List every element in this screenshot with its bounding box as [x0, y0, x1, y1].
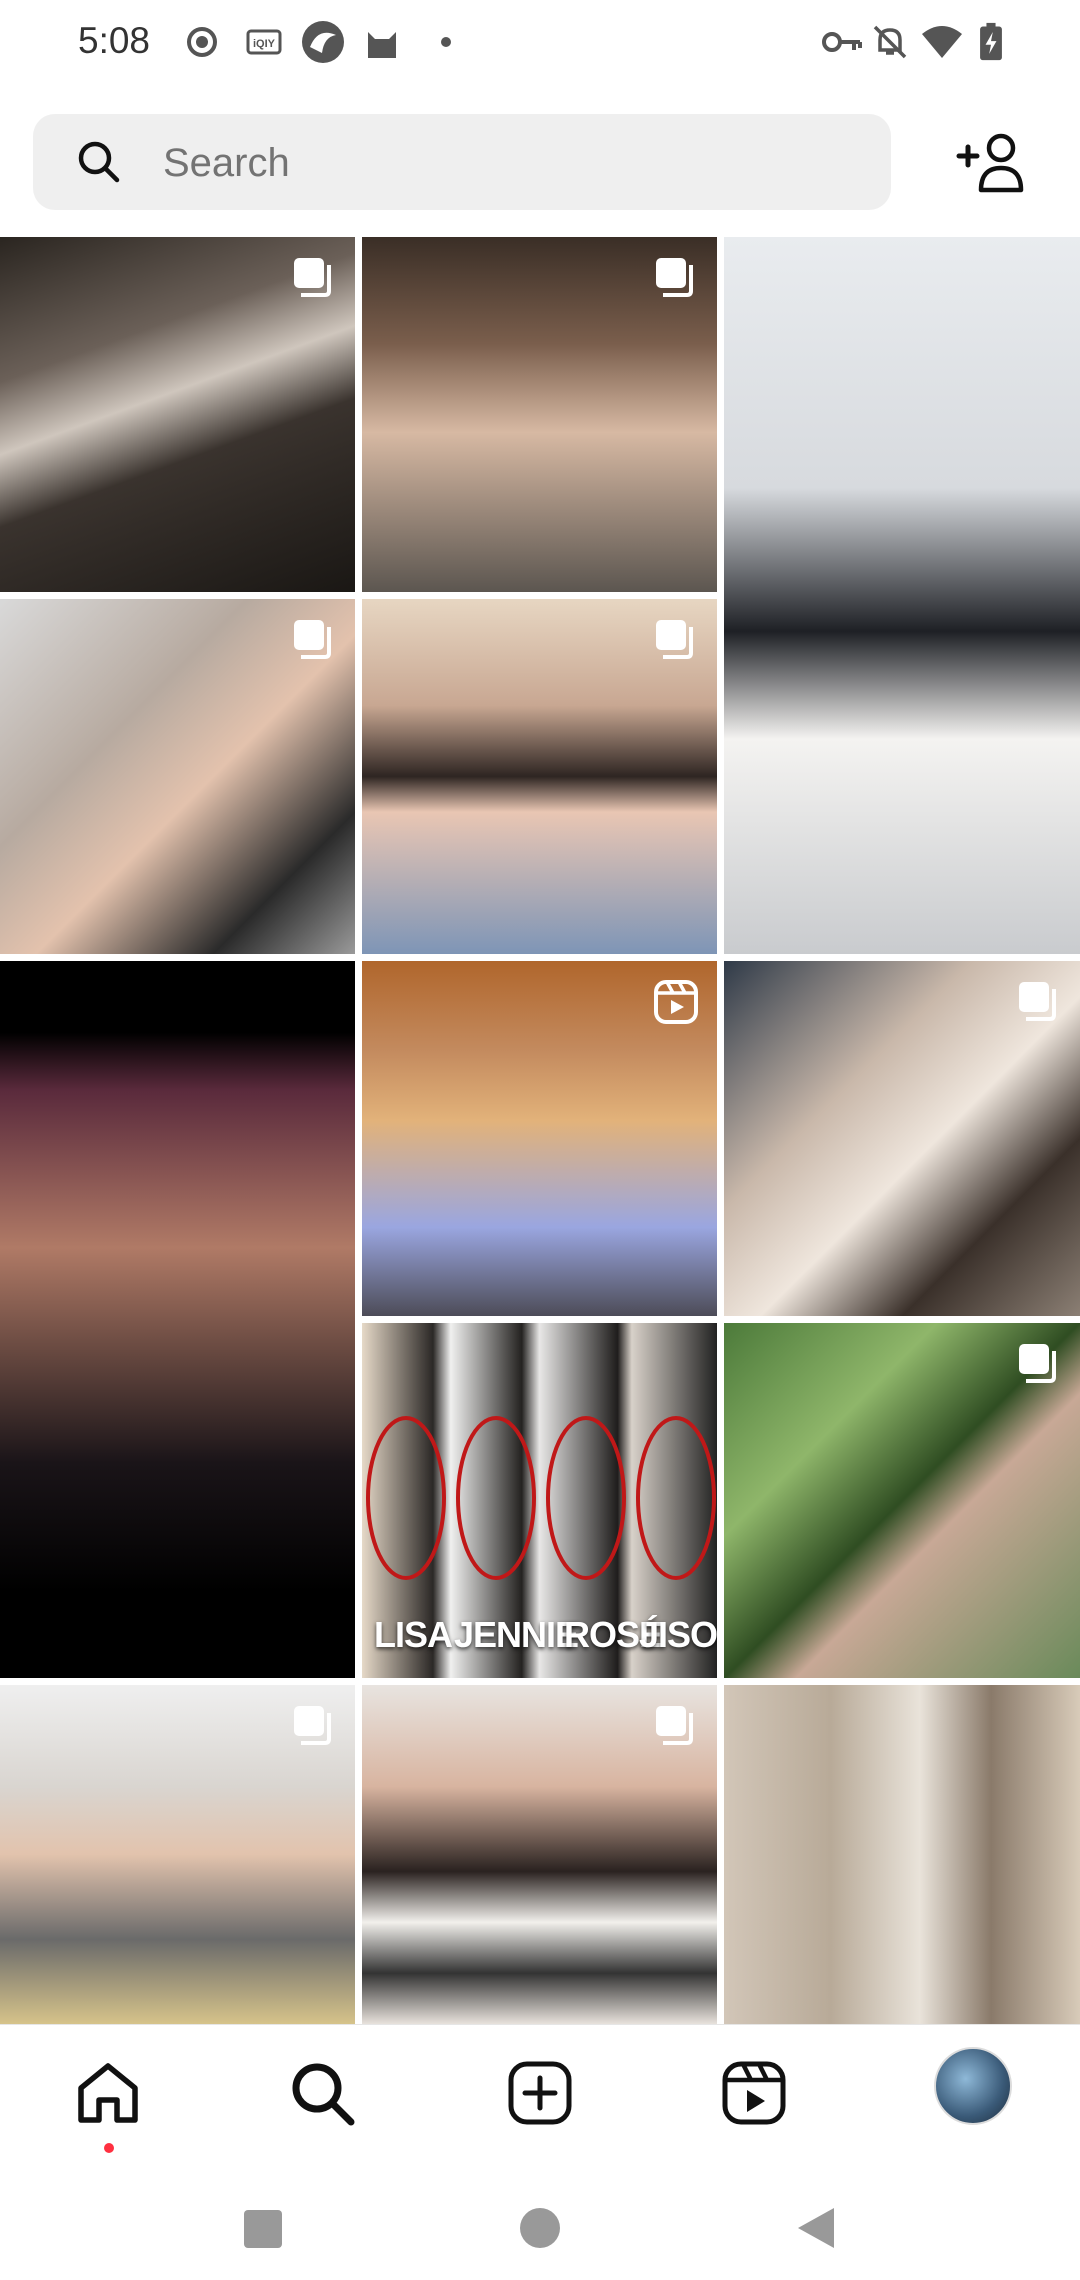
notification-dot	[104, 2143, 114, 2153]
carousel-icon	[294, 1706, 331, 1745]
recents-square-icon[interactable]	[240, 2206, 286, 2252]
carousel-icon	[294, 620, 331, 659]
nav-home[interactable]	[68, 2053, 148, 2133]
home-circle-icon[interactable]	[518, 2206, 562, 2250]
search-icon	[292, 2063, 355, 2126]
nav-create[interactable]	[500, 2053, 580, 2133]
bell-muted-icon	[873, 25, 907, 59]
search-bar[interactable]	[33, 114, 891, 210]
grid-post[interactable]	[724, 1685, 1080, 2024]
vpn-key-icon	[822, 32, 862, 52]
grid-post[interactable]	[0, 961, 355, 1678]
search-input[interactable]	[161, 128, 865, 198]
dot-icon	[441, 37, 451, 47]
status-bar: 5:08 iQIY	[0, 0, 1080, 90]
explore-grid: LISA JENNIE ROSÉ JISOO	[0, 237, 1080, 2024]
grid-post[interactable]	[724, 1323, 1080, 1678]
back-triangle-icon[interactable]	[794, 2204, 838, 2252]
grid-post[interactable]: LISA JENNIE ROSÉ JISOO	[362, 1323, 717, 1678]
reels-icon	[722, 2061, 786, 2125]
grid-post[interactable]	[0, 1685, 355, 2024]
grid-post[interactable]	[0, 599, 355, 954]
carousel-icon	[656, 1706, 693, 1745]
reels-icon	[654, 980, 698, 1024]
caption-lisa: LISA	[374, 1614, 453, 1655]
cat-icon	[368, 32, 396, 58]
nav-search[interactable]	[282, 2053, 362, 2133]
app-swirl-icon	[302, 21, 344, 63]
carousel-icon	[656, 258, 693, 297]
svg-text:iQIY: iQIY	[253, 38, 276, 50]
nav-reels[interactable]	[714, 2053, 794, 2133]
home-icon	[78, 2063, 138, 2123]
carousel-icon	[1019, 982, 1056, 1021]
grid-post[interactable]	[362, 1685, 717, 2024]
bottom-nav	[0, 2024, 1080, 2175]
system-nav	[0, 2174, 1080, 2280]
clock: 5:08	[78, 20, 151, 61]
grid-post[interactable]	[724, 237, 1080, 954]
grid-post[interactable]	[362, 961, 717, 1316]
carousel-icon	[294, 258, 331, 297]
grid-post[interactable]	[724, 961, 1080, 1316]
grid-post[interactable]	[362, 599, 717, 954]
wifi-icon	[922, 26, 962, 58]
profile-avatar[interactable]	[934, 2047, 1012, 2125]
carousel-icon	[656, 620, 693, 659]
caption-jennie: JENNIE	[454, 1614, 579, 1655]
grid-post[interactable]	[362, 237, 717, 592]
record-icon	[187, 27, 217, 57]
grid-post[interactable]	[0, 237, 355, 592]
create-icon	[508, 2061, 572, 2125]
add-user-icon[interactable]	[955, 130, 1027, 194]
iqiyi-icon: iQIY	[246, 29, 282, 55]
caption-jisoo: JISOO	[639, 1614, 717, 1655]
battery-charging-icon	[980, 22, 1002, 61]
search-icon	[78, 141, 120, 183]
carousel-icon	[1019, 1344, 1056, 1383]
